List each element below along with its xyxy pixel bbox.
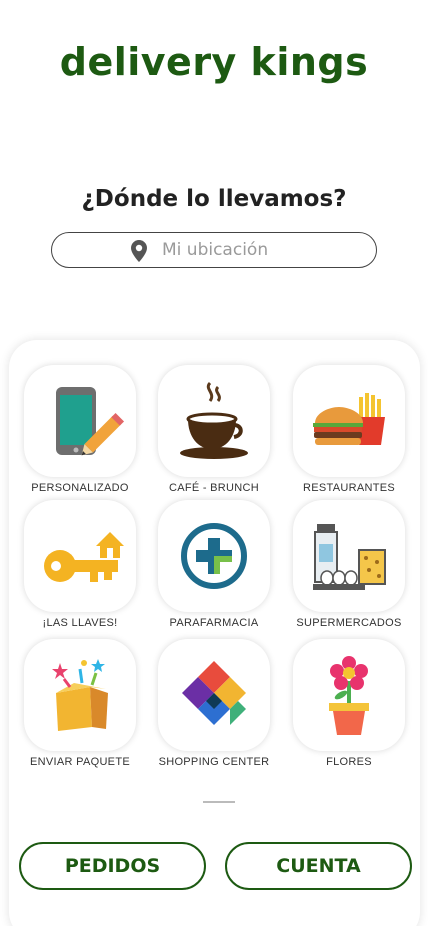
flower-pot-icon [329, 656, 369, 735]
category-label: PERSONALIZADO [31, 482, 129, 494]
category-personalizado[interactable]: PERSONALIZADO [24, 365, 136, 497]
category-label: SUPERMERCADOS [296, 617, 402, 629]
category-label: ENVIAR PAQUETE [30, 756, 130, 768]
category-shopping-center[interactable]: SHOPPING CENTER [158, 639, 270, 771]
burger-fries-icon [313, 393, 385, 445]
category-las-llaves[interactable]: ¡LAS LLAVES! [24, 500, 136, 632]
category-flores[interactable]: FLORES [293, 639, 405, 771]
drag-handle[interactable] [203, 801, 235, 803]
delivery-question: ¿Dónde lo llevamos? [81, 186, 347, 212]
category-label: ¡LAS LLAVES! [42, 617, 118, 629]
category-supermercados[interactable]: SUPERMERCADOS [293, 500, 405, 632]
account-button[interactable]: CUENTA [225, 842, 412, 890]
groceries-icon [313, 524, 386, 590]
phone-pencil-icon [56, 387, 125, 456]
category-label: RESTAURANTES [302, 482, 396, 494]
category-parafarmacia[interactable]: PARAFARMACIA [158, 500, 270, 632]
category-restaurantes[interactable]: RESTAURANTES [293, 365, 405, 497]
gift-box-icon [52, 659, 108, 731]
category-label: SHOPPING CENTER [158, 756, 270, 768]
orders-button[interactable]: PEDIDOS [19, 842, 206, 890]
category-cafe-brunch[interactable]: CAFÉ - BRUNCH [158, 365, 270, 497]
app-logo: delivery kings [59, 40, 369, 84]
location-pin-icon [131, 240, 147, 262]
house-key-icon [44, 532, 124, 582]
category-label: FLORES [326, 756, 372, 768]
category-label: PARAFARMACIA [169, 617, 259, 629]
pharmacy-cross-icon [181, 523, 247, 589]
location-field[interactable] [51, 232, 377, 268]
category-enviar-paquete[interactable]: ENVIAR PAQUETE [24, 639, 136, 771]
coffee-cup-icon [180, 381, 248, 459]
category-label: CAFÉ - BRUNCH [168, 482, 260, 494]
location-input[interactable] [162, 239, 362, 261]
shopping-diamonds-icon [182, 661, 246, 725]
